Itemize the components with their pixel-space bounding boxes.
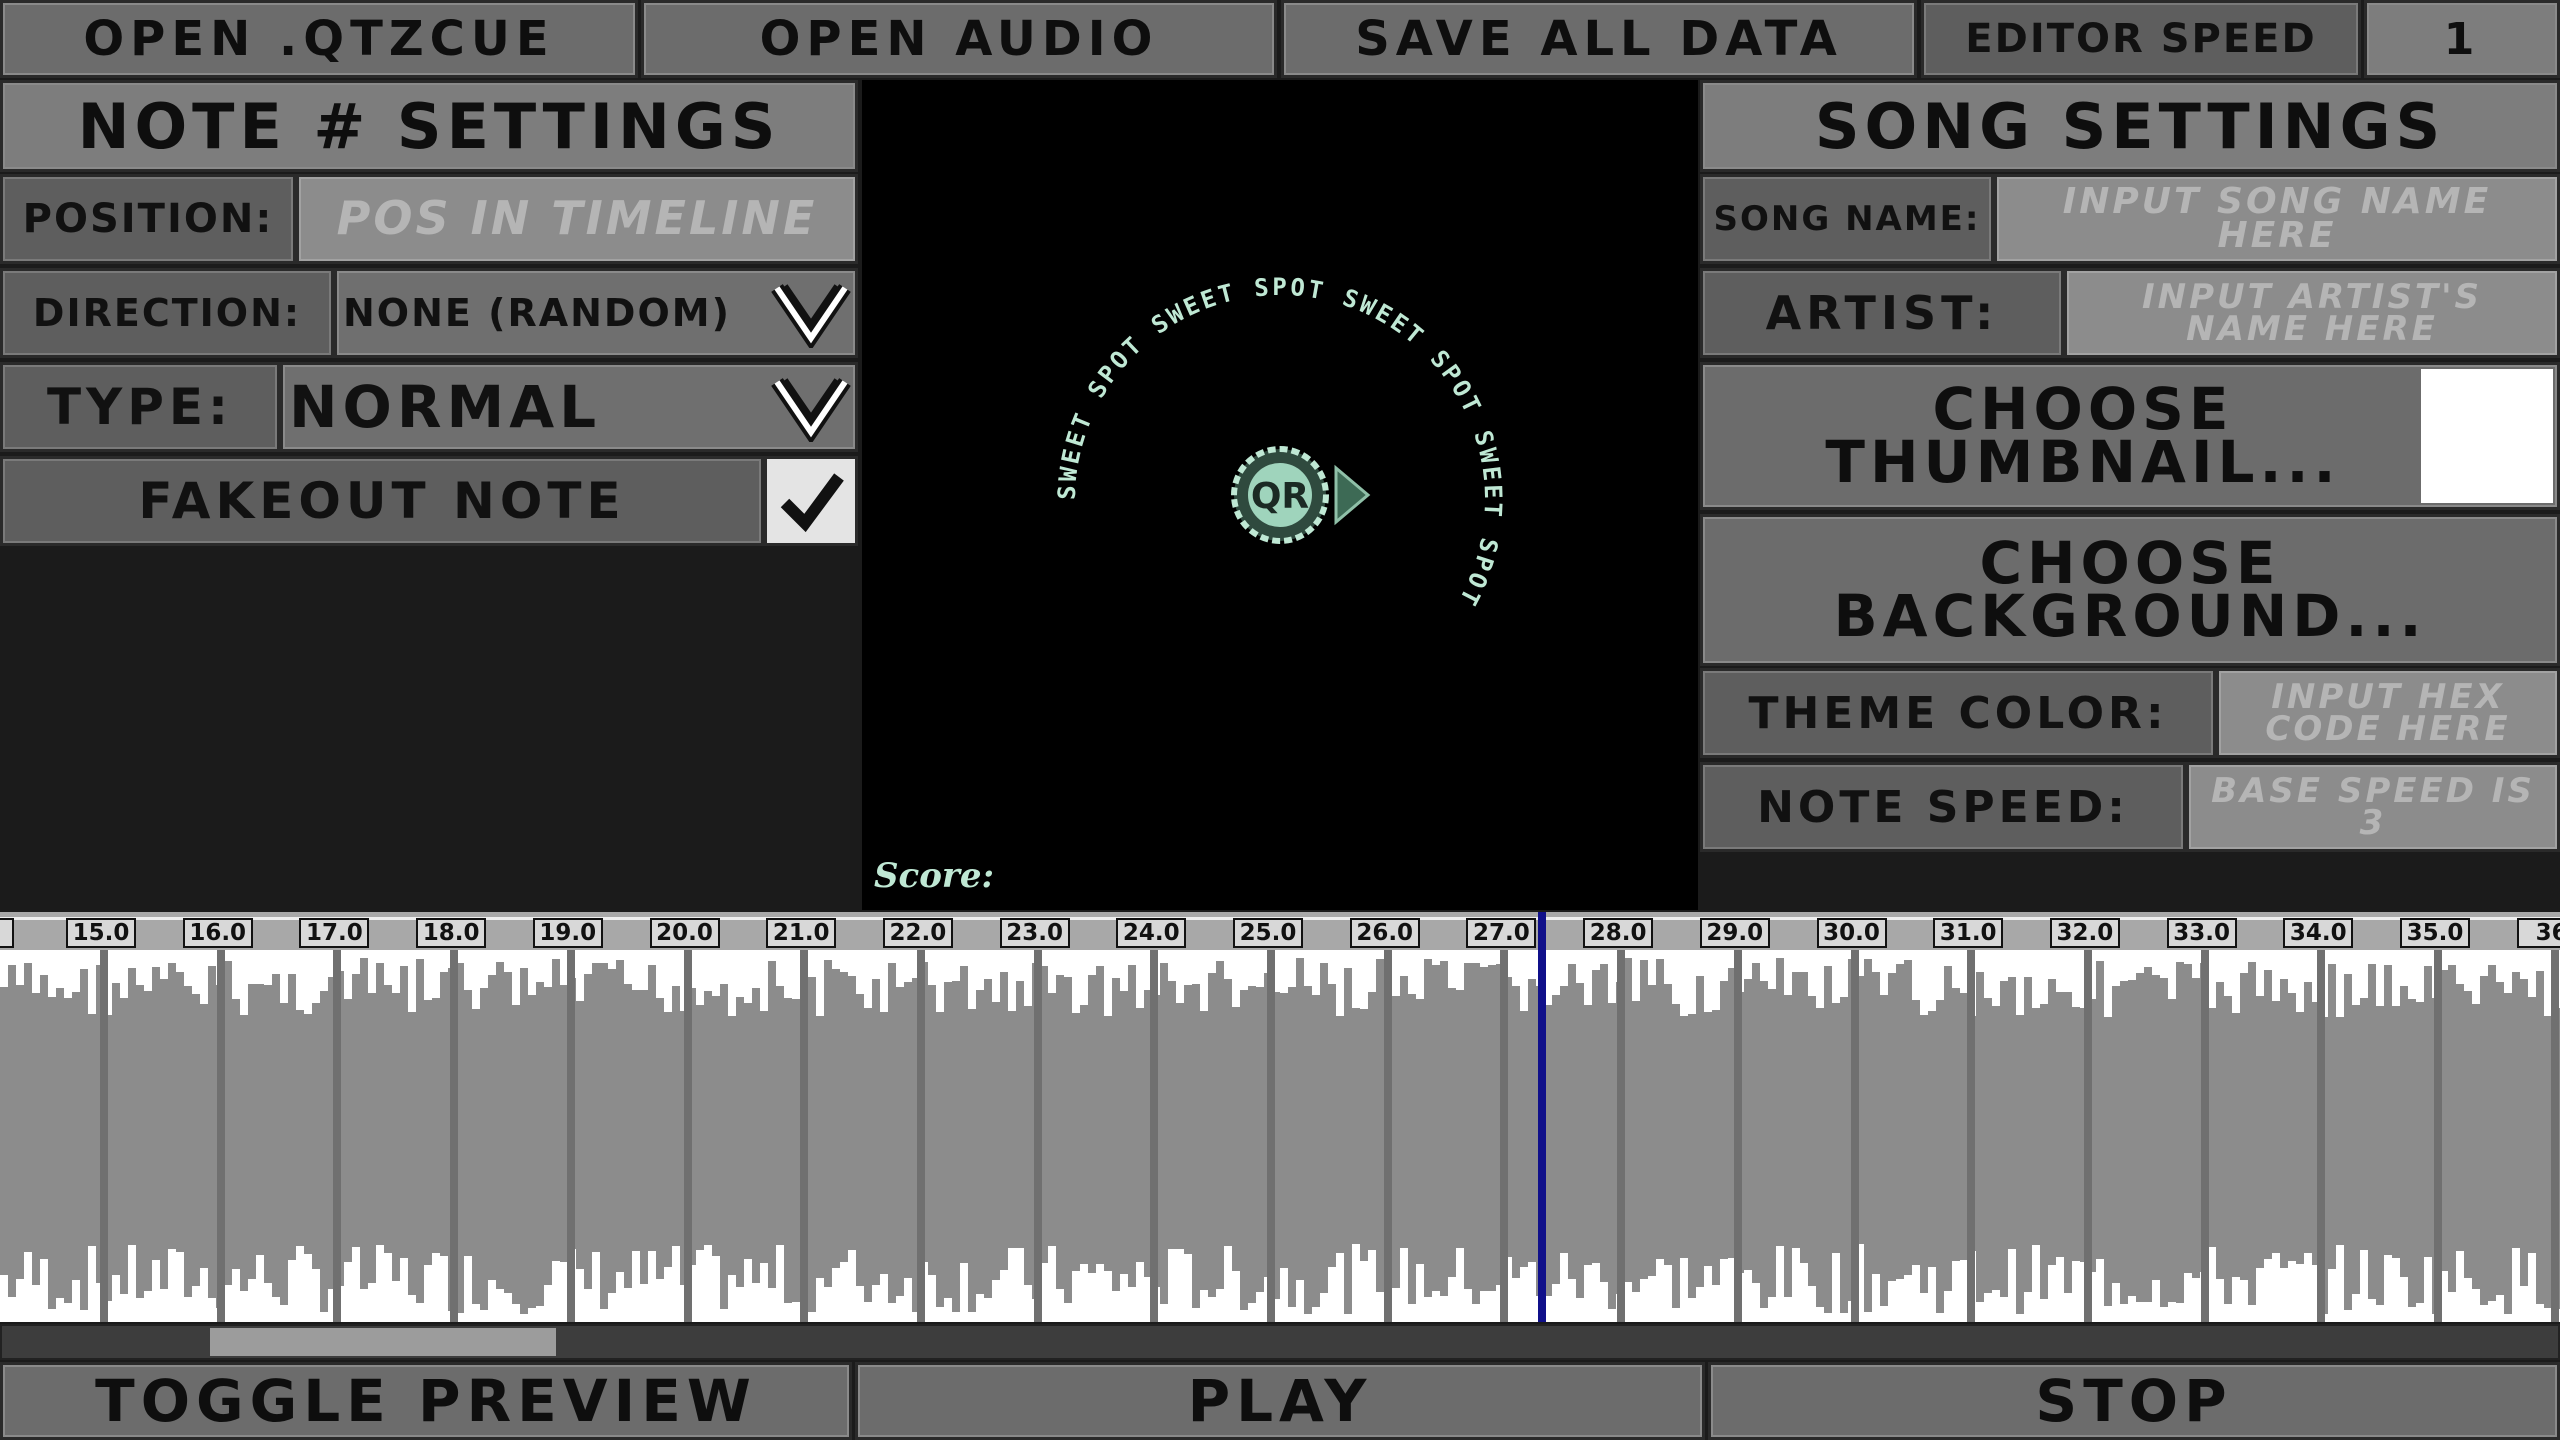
timeline-tick: 18.0 [416,918,487,948]
play-button[interactable]: PLAY [855,1362,1705,1440]
sweet-spot-ring: SWEET SPOT SWEET SPOT SWEET SPOT SWEET S… [1053,273,1507,612]
save-all-data-button[interactable]: SAVE ALL DATA [1281,0,1917,78]
timeline-tick: 30.0 [1816,918,1887,948]
direction-value: NONE (RANDOM) [343,291,731,335]
timeline-tick: 33.0 [2166,918,2237,948]
direction-select[interactable]: NONE (RANDOM) [334,268,858,358]
timeline-tick: 29.0 [1699,918,1770,948]
audio-waveform[interactable] [0,950,2560,1322]
type-select[interactable]: NORMAL [280,362,858,452]
type-value: NORMAL [289,373,602,441]
choose-background-button[interactable]: CHOOSE BACKGROUND... [1700,514,2560,666]
timeline-scrollbar[interactable] [0,1324,2560,1360]
scrollbar-thumb[interactable] [210,1328,556,1356]
timeline-tick: 0 [0,918,14,948]
stop-button[interactable]: STOP [1708,1362,2560,1440]
choose-background-label: CHOOSE BACKGROUND... [1833,528,2427,650]
fakeout-note-label: FAKEOUT NOTE [0,456,764,546]
chevron-down-icon[interactable] [771,278,851,348]
editor-speed-input[interactable]: 1 [2364,0,2560,78]
sweet-spot-text: SWEET SPOT SWEET SPOT SWEET SPOT SWEET S… [1053,273,1504,612]
chevron-down-icon[interactable] [771,372,851,442]
note-settings-title: NOTE # SETTINGS [0,80,858,172]
timeline-tick: 27.0 [1466,918,1537,948]
thumbnail-preview [2421,369,2553,503]
timeline-tick: 31.0 [1933,918,2004,948]
timeline-tick: 19.0 [532,918,603,948]
player-logo-icon: QR [1251,476,1309,517]
position-label: POSITION: [0,174,296,264]
playhead[interactable] [1538,912,1546,1322]
timeline-tick: 34.0 [2283,918,2354,948]
timeline-tick: 36 [2516,918,2560,948]
timeline-tick: 28.0 [1583,918,1654,948]
open-audio-button[interactable]: OPEN AUDIO [641,0,1277,78]
timeline-tick: 22.0 [882,918,953,948]
timeline-tick: 20.0 [649,918,720,948]
open-qtzcue-button[interactable]: OPEN .QTZCUE [0,0,638,78]
timeline-tick: 32.0 [2049,918,2120,948]
timeline-tick: 25.0 [1233,918,1303,948]
timeline-tick: 21.0 [766,918,837,948]
theme-color-label: THEME COLOR: [1700,668,2216,758]
song-name-input[interactable]: INPUT SONG NAME HERE [1994,174,2560,264]
direction-arrow-icon [1334,464,1371,526]
timeline-tick: 23.0 [999,918,1070,948]
score-label: Score: [874,856,995,896]
timeline-tick: 35.0 [2400,918,2470,948]
timeline-tick: 15.0 [66,918,136,948]
note-speed-label: NOTE SPEED: [1700,762,2186,852]
note-speed-input[interactable]: BASE SPEED IS 3 [2186,762,2560,852]
toggle-preview-button[interactable]: TOGGLE PREVIEW [0,1362,852,1440]
game-preview: SWEET SPOT SWEET SPOT SWEET SPOT SWEET S… [862,80,1698,910]
choose-thumbnail-button[interactable]: CHOOSE THUMBNAIL... [1700,362,2560,510]
song-settings-title: SONG SETTINGS [1700,80,2560,172]
timeline-tick: 17.0 [299,918,370,948]
svg-text:SWEET SPOT SWEET SPOT SWEET SP: SWEET SPOT SWEET SPOT SWEET SPOT SWEET S… [1053,273,1507,612]
fakeout-note-checkbox[interactable] [764,456,858,546]
direction-label: DIRECTION: [0,268,334,358]
timeline-tick: 24.0 [1116,918,1187,948]
theme-color-input[interactable]: INPUT HEX CODE HERE [2216,668,2560,758]
artist-label: ARTIST: [1700,268,2064,358]
choose-thumbnail-label: CHOOSE THUMBNAIL... [1825,374,2341,496]
editor-speed-label: EDITOR SPEED [1921,0,2361,78]
checkmark-icon [780,473,844,533]
song-name-label: SONG NAME: [1700,174,1994,264]
timeline-tick: 16.0 [182,918,253,948]
artist-input[interactable]: INPUT ARTIST'S NAME HERE [2064,268,2560,358]
type-label: TYPE: [0,362,280,452]
position-input[interactable]: POS IN TIMELINE [296,174,858,264]
timeline-tick: 26.0 [1349,918,1420,948]
